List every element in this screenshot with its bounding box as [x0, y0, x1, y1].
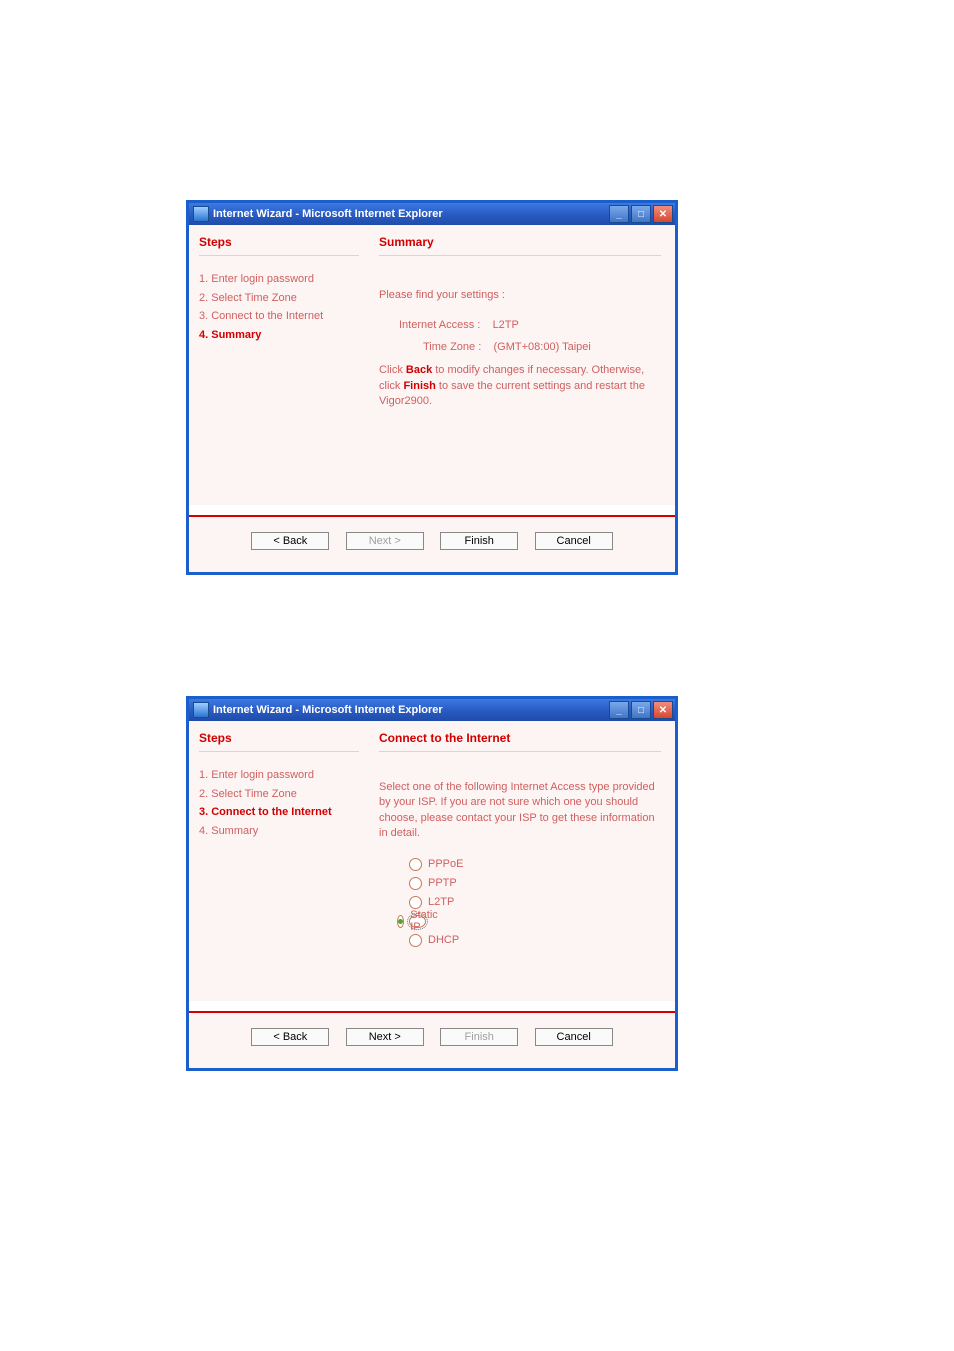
maximize-button[interactable]: □ — [631, 205, 651, 223]
steps-sidebar: Steps 1. Enter login password 2. Select … — [189, 721, 369, 1001]
window-title: Internet Wizard - Microsoft Internet Exp… — [213, 704, 443, 716]
radio-icon[interactable] — [397, 915, 404, 928]
instruction-text: Click Back to modify changes if necessar… — [379, 363, 661, 409]
step-4: 4. Summary — [199, 822, 359, 841]
window-title: Internet Wizard - Microsoft Internet Exp… — [213, 208, 443, 220]
timezone-value: (GMT+08:00) Taipei — [494, 341, 591, 353]
option-label: DHCP — [428, 934, 459, 946]
radio-icon[interactable] — [409, 858, 422, 871]
wizard-window-connect: Internet Wizard - Microsoft Internet Exp… — [186, 696, 678, 1071]
steps-header: Steps — [199, 731, 359, 752]
close-button[interactable]: ✕ — [653, 701, 673, 719]
maximize-button[interactable]: □ — [631, 701, 651, 719]
intro-text: Select one of the following Internet Acc… — [379, 780, 661, 842]
radio-icon[interactable] — [409, 896, 422, 909]
option-label: PPPoE — [428, 858, 463, 870]
minimize-button[interactable]: _ — [609, 701, 629, 719]
minimize-button[interactable]: _ — [609, 205, 629, 223]
finish-button[interactable]: Finish — [440, 532, 518, 550]
main-panel: Connect to the Internet Select one of th… — [369, 721, 675, 1001]
step-4: 4. Summary — [199, 326, 359, 345]
main-header: Connect to the Internet — [379, 731, 661, 752]
intro-text: Please find your settings : — [379, 288, 661, 303]
option-dhcp[interactable]: DHCP — [409, 934, 661, 947]
step-1: 1. Enter login password — [199, 766, 359, 785]
button-row: < Back Next > Finish Cancel — [189, 1011, 675, 1068]
steps-sidebar: Steps 1. Enter login password 2. Select … — [189, 225, 369, 505]
option-static-ip[interactable]: Static IP — [409, 915, 661, 928]
wizard-window-summary: Internet Wizard - Microsoft Internet Exp… — [186, 200, 678, 575]
ie-icon — [193, 206, 209, 222]
option-pppoe[interactable]: PPPoE — [409, 858, 661, 871]
option-label: Static IP — [410, 909, 438, 933]
button-row: < Back Next > Finish Cancel — [189, 515, 675, 572]
option-l2tp[interactable]: L2TP — [409, 896, 661, 909]
finish-button: Finish — [440, 1028, 518, 1046]
main-panel: Summary Please find your settings : Inte… — [369, 225, 675, 505]
option-label: L2TP — [428, 896, 454, 908]
close-button[interactable]: ✕ — [653, 205, 673, 223]
cancel-button[interactable]: Cancel — [535, 1028, 613, 1046]
steps-header: Steps — [199, 235, 359, 256]
step-3: 3. Connect to the Internet — [199, 803, 359, 822]
internet-access-label: Internet Access : — [399, 319, 480, 331]
next-button[interactable]: Next > — [346, 1028, 424, 1046]
ie-icon — [193, 702, 209, 718]
radio-icon[interactable] — [409, 877, 422, 890]
radio-icon[interactable] — [409, 934, 422, 947]
next-button: Next > — [346, 532, 424, 550]
timezone-row: Time Zone : (GMT+08:00) Taipei — [423, 341, 661, 353]
internet-access-row: Internet Access : L2TP — [399, 319, 661, 331]
option-label: PPTP — [428, 877, 457, 889]
back-button[interactable]: < Back — [251, 1028, 329, 1046]
step-1: 1. Enter login password — [199, 270, 359, 289]
timezone-label: Time Zone : — [423, 341, 481, 353]
cancel-button[interactable]: Cancel — [535, 532, 613, 550]
back-button[interactable]: < Back — [251, 532, 329, 550]
option-pptp[interactable]: PPTP — [409, 877, 661, 890]
step-3: 3. Connect to the Internet — [199, 307, 359, 326]
step-2: 2. Select Time Zone — [199, 289, 359, 308]
step-2: 2. Select Time Zone — [199, 785, 359, 804]
main-header: Summary — [379, 235, 661, 256]
internet-access-value: L2TP — [493, 319, 519, 331]
access-type-options: PPPoE PPTP L2TP Static IP — [409, 858, 661, 947]
titlebar[interactable]: Internet Wizard - Microsoft Internet Exp… — [189, 203, 675, 225]
titlebar[interactable]: Internet Wizard - Microsoft Internet Exp… — [189, 699, 675, 721]
